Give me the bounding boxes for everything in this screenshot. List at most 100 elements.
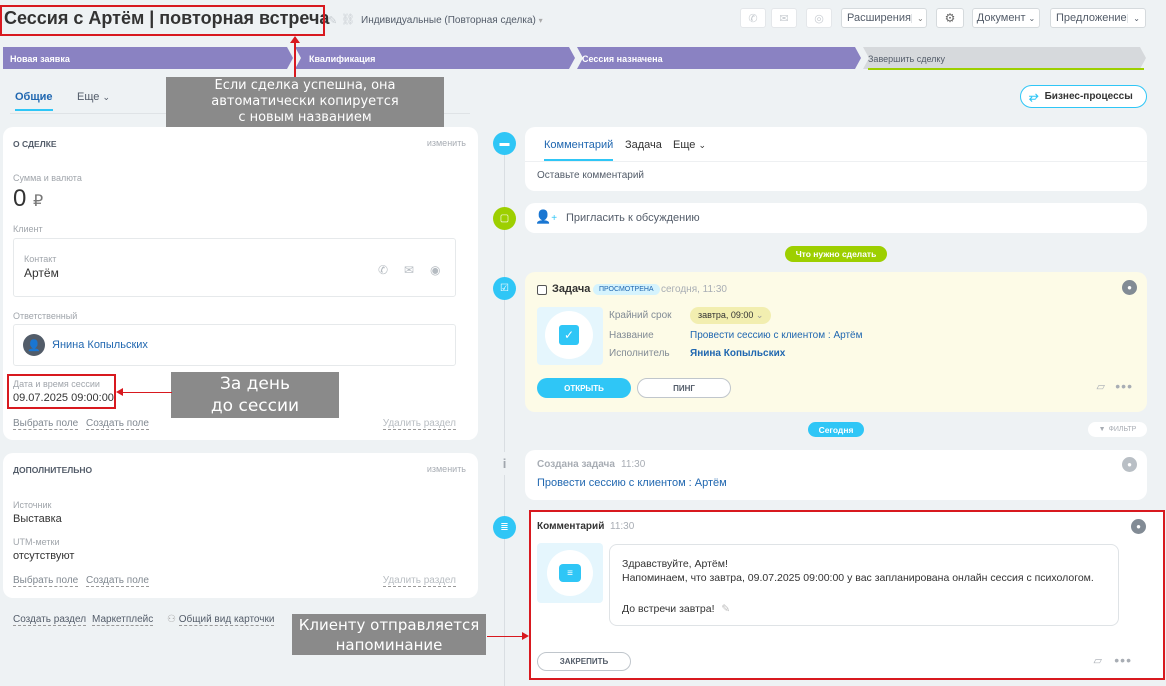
delete-section-link[interactable]: Удалить раздел (382, 575, 456, 587)
task-status-badge: ПРОСМОТРЕНА (593, 284, 660, 295)
annotation-copy: Если сделка успешна, она автоматически к… (166, 77, 444, 127)
stage-label-2: Квалификация (309, 54, 376, 64)
create-section-link[interactable]: Создать раздел (13, 614, 87, 626)
ping-button[interactable]: ПИНГ (637, 378, 731, 398)
extra-edit-link[interactable]: изменить (427, 464, 466, 474)
contact-label: Контакт (24, 254, 57, 264)
tab-comment[interactable]: Комментарий (544, 139, 614, 161)
mail-icon[interactable]: ✉ (404, 263, 414, 277)
invite-card[interactable]: 👤+ Пригласить к обсуждению (525, 203, 1147, 233)
reminder-arrow-line (487, 636, 523, 637)
tab-task[interactable]: Задача (625, 139, 662, 151)
mail-icon: ✉ (779, 12, 789, 25)
pipeline-selector[interactable]: Индивидуальные (Повторная сделка) ▾ (361, 15, 543, 26)
created-task-time: 11:30 (621, 459, 646, 470)
extensions-button[interactable]: Расширения ⌄ (841, 8, 927, 28)
chat-button[interactable]: ◎ (806, 8, 832, 28)
create-field-link[interactable]: Создать поле (86, 418, 149, 430)
title-highlight (0, 5, 325, 36)
chat-icon[interactable]: ◉ (430, 263, 440, 277)
create-field-label: Создать поле (86, 418, 149, 430)
phone-icon[interactable]: ✆ (378, 263, 388, 277)
chevron-down-icon: ⌄ (910, 13, 924, 23)
discussion-icon: ▢ (493, 207, 516, 230)
created-task-card: Создана задача 11:30 ● Провести сессию с… (525, 450, 1147, 500)
chevron-down-icon: ⌄ (755, 310, 764, 320)
document-label: Документ (976, 12, 1026, 24)
source-value: Выставка (13, 513, 62, 525)
comment-highlight (529, 510, 1165, 680)
extensions-label: Расширения (847, 12, 911, 24)
annotation-copy-l3: с новым названием (238, 110, 372, 125)
note-icon[interactable]: ▱ (1097, 380, 1105, 393)
amount-label: Сумма и валюта (13, 173, 82, 183)
tab-composer-more[interactable]: Еще ⌄ (673, 139, 706, 151)
created-task-link[interactable]: Провести сессию с клиентом : Артём (537, 477, 727, 489)
task-title: Задача (552, 283, 591, 295)
open-label: ОТКРЫТЬ (564, 383, 604, 393)
created-avatar-icon: ● (1122, 457, 1137, 472)
amount-number: 0 (13, 185, 27, 212)
filter-button[interactable]: ▼ ФИЛЬТР (1088, 422, 1147, 437)
document-button[interactable]: Документ ⌄ (972, 8, 1040, 28)
chevron-down-icon: ⌄ (1127, 13, 1140, 23)
task-illustration: ✓ (537, 307, 603, 365)
annotation-reminder: Клиенту отправляется напоминание (292, 614, 486, 655)
client-label: Клиент (13, 224, 43, 234)
annotation-day-before: За день до сессии (171, 372, 339, 418)
more-dots-icon[interactable]: ••• (1115, 378, 1133, 394)
marketplace-link[interactable]: Маркетплейс (92, 614, 154, 626)
filter-label: ФИЛЬТР (1108, 426, 1137, 433)
task-checkbox[interactable] (537, 285, 547, 295)
session-highlight (7, 374, 116, 409)
title-arrow-head (290, 36, 300, 43)
link-icon[interactable]: ⛓ (341, 13, 355, 26)
tab-task-label: Задача (625, 139, 662, 151)
users-icon: ⚇ (167, 614, 176, 625)
responsible-name[interactable]: Янина Копыльских (52, 339, 148, 351)
amount-value: 0 ₽ (13, 185, 43, 213)
add-user-icon: 👤+ (535, 209, 558, 224)
comment-input[interactable]: Оставьте комментарий (537, 170, 644, 181)
avatar[interactable]: 👤 (23, 334, 45, 356)
tab-comment-label: Комментарий (544, 139, 614, 151)
email-button[interactable]: ✉ (771, 8, 797, 28)
delete-section-label: Удалить раздел (382, 575, 456, 587)
call-button[interactable]: ✆ (740, 8, 766, 28)
open-button[interactable]: ОТКРЫТЬ (537, 378, 631, 398)
offer-button[interactable]: Предложение ⌄ (1050, 8, 1146, 28)
client-box: Контакт Артём ✆ ✉ ◉ (13, 238, 456, 297)
assignee-link[interactable]: Янина Копыльских (690, 348, 785, 359)
task-avatar-icon: ● (1122, 280, 1137, 295)
chevron-down-icon: ▾ (538, 16, 543, 25)
card-view-link[interactable]: ⚇ Общий вид карточки (167, 614, 275, 626)
about-edit-link[interactable]: изменить (427, 138, 466, 148)
select-field-link[interactable]: Выбрать поле (13, 575, 79, 587)
task-check-icon: ☑ (493, 277, 516, 300)
phone-icon: ✆ (748, 12, 758, 25)
tab-general[interactable]: Общие (15, 91, 53, 111)
day-arrow-line (122, 392, 172, 393)
edit-pencil-icon[interactable]: ✎ (328, 14, 337, 27)
select-field-link[interactable]: Выбрать поле (13, 418, 79, 430)
contact-name[interactable]: Артём (24, 266, 59, 280)
deadline-pill[interactable]: завтра, 09:00 ⌄ (690, 307, 772, 324)
utm-label: UTM-метки (13, 537, 60, 547)
delete-section-link[interactable]: Удалить раздел (382, 418, 456, 430)
gear-icon: ⚙ (944, 11, 956, 25)
task-name-link[interactable]: Провести сессию с клиентом : Артём (690, 330, 862, 341)
comment-bubble-icon: ▬ (493, 132, 516, 155)
currency-symbol: ₽ (33, 193, 44, 210)
composer-divider (525, 161, 1147, 162)
tab-more[interactable]: Еще ⌄ (77, 91, 110, 103)
chevron-down-icon: ⌄ (1028, 13, 1036, 23)
composer-card: Комментарий Задача Еще ⌄ Оставьте коммен… (525, 127, 1147, 191)
create-field-link[interactable]: Создать поле (86, 575, 149, 587)
task-card: Задача ПРОСМОТРЕНА сегодня, 11:30 ● ✓ Кр… (525, 272, 1147, 412)
business-processes-button[interactable]: ⥂ Бизнес-процессы (1020, 85, 1147, 108)
comment-list-icon: ≣ (493, 516, 516, 539)
info-icon: i (493, 452, 516, 475)
settings-button[interactable]: ⚙ (936, 8, 964, 28)
about-heading: О СДЕЛКЕ (13, 139, 57, 149)
chevron-down-icon: ⌄ (102, 92, 110, 102)
